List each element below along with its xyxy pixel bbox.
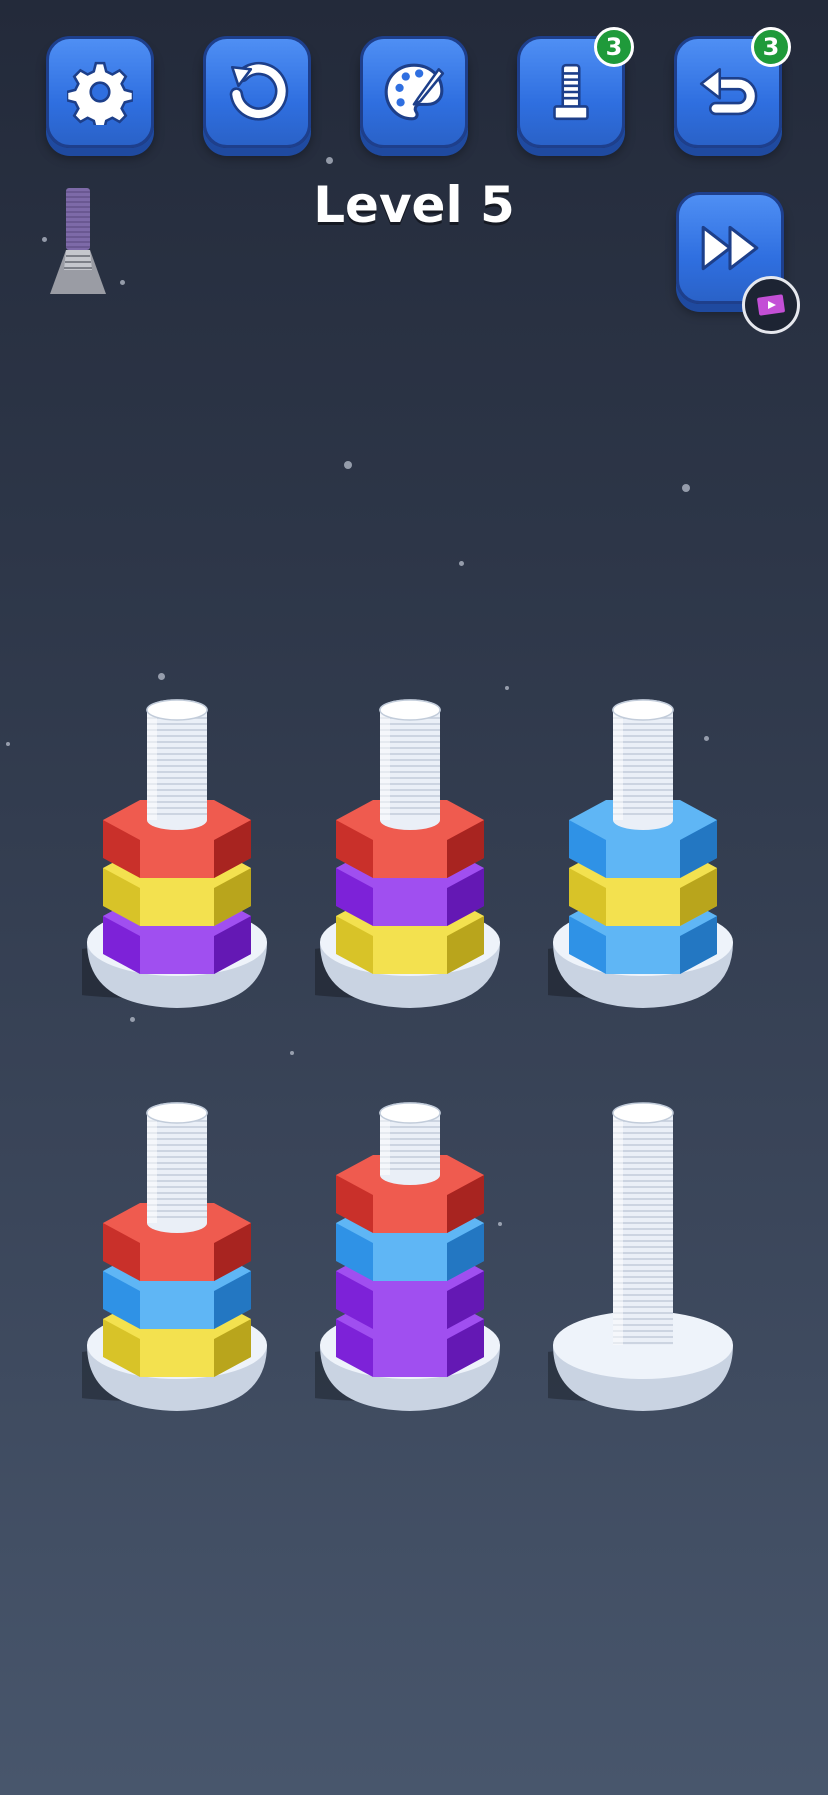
restart-icon: [229, 61, 289, 121]
bolt-stack-5[interactable]: [315, 1093, 505, 1413]
settings-button[interactable]: [46, 36, 154, 148]
bolt-shaft-top: [379, 1102, 441, 1175]
undo-icon: [699, 68, 758, 116]
extra-bolt-count-badge: 3: [594, 27, 634, 67]
palette-icon: [384, 63, 445, 121]
star: [326, 157, 333, 164]
star: [120, 280, 125, 285]
bolt-shaft-top: [379, 699, 441, 820]
bolt-shaft-top: [146, 699, 208, 820]
star: [6, 742, 10, 746]
star: [158, 673, 165, 680]
bolt-shaft-top: [612, 699, 674, 820]
bolt-icon: [553, 63, 589, 121]
stack-graphic: [82, 699, 267, 1008]
star: [505, 686, 509, 690]
theme-button[interactable]: [360, 36, 468, 148]
stack-graphic: [548, 699, 733, 1008]
star: [459, 561, 464, 566]
star: [290, 1051, 294, 1055]
video-ad-badge: [742, 276, 800, 334]
video-ad-icon: [757, 294, 785, 316]
stack-graphic: [82, 1102, 267, 1411]
bolt-stack-1[interactable]: [82, 690, 272, 1010]
stack-graphic: [315, 699, 500, 1008]
star: [344, 461, 352, 469]
star: [130, 1017, 135, 1022]
stack-graphic: [548, 1102, 733, 1411]
fast-forward-icon: [701, 225, 759, 271]
undo-count-badge: 3: [751, 27, 791, 67]
stack-graphic: [315, 1102, 500, 1411]
bolt-stack-4[interactable]: [82, 1093, 272, 1413]
undo-button[interactable]: 3: [674, 27, 791, 148]
bolt-stack-3[interactable]: [548, 690, 738, 1010]
restart-button[interactable]: [203, 36, 311, 148]
bolt-stack-6[interactable]: [548, 1093, 738, 1413]
star: [682, 484, 690, 492]
extra-bolt-button[interactable]: 3: [517, 27, 634, 148]
gear-icon: [67, 61, 133, 125]
bolt-shaft-top: [146, 1102, 208, 1223]
bolt-stack-2[interactable]: [315, 690, 505, 1010]
bolt-shaft: [612, 1102, 674, 1345]
